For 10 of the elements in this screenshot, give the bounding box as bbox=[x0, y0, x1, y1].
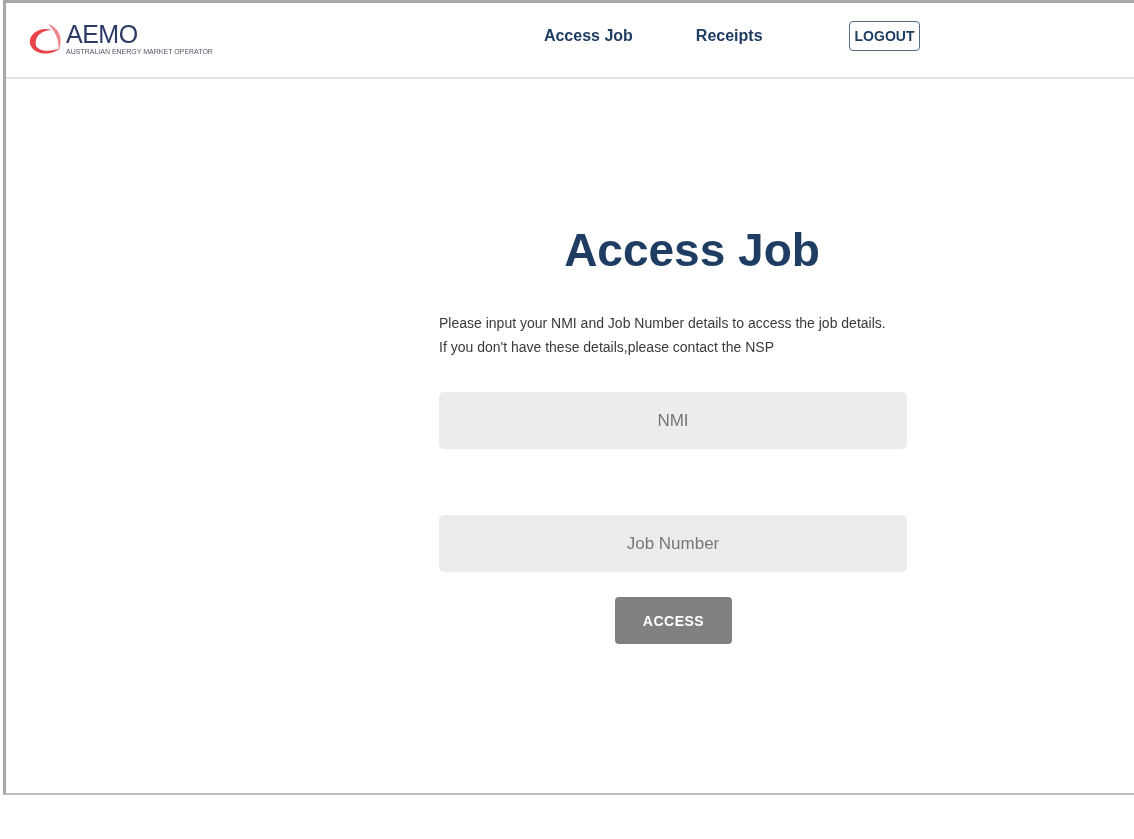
instruction-text: Please input your NMI and Job Number details to access the job details. bbox=[439, 314, 887, 333]
page-title: Access Job bbox=[563, 224, 821, 276]
nav-link[interactable]: Access Job bbox=[543, 27, 633, 45]
logo-wordmark: AEMO bbox=[66, 21, 139, 47]
logout-button[interactable]: LOGOUT bbox=[848, 21, 921, 51]
input-field[interactable]: NMI bbox=[439, 392, 907, 449]
instruction-text: If you don't have these details,please contact the NSP bbox=[439, 338, 775, 357]
access-button[interactable]: ACCESS bbox=[615, 597, 732, 644]
nav-link[interactable]: Receipts bbox=[695, 27, 763, 45]
input-field[interactable]: Job Number bbox=[439, 515, 907, 572]
